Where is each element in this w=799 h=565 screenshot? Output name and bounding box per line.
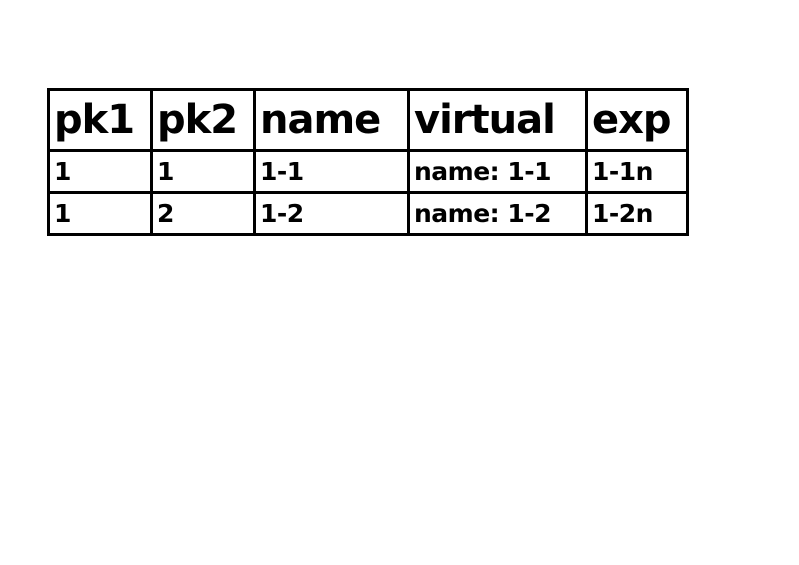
cell-exp: 1-2n — [585, 191, 689, 236]
cell-pk2: 2 — [150, 191, 256, 236]
cell-name: 1-1 — [253, 149, 410, 194]
cell-virtual: name: 1-1 — [407, 149, 588, 194]
cell-virtual: name: 1-2 — [407, 191, 588, 236]
table-header: pk1 pk2 name virtual exp — [47, 88, 689, 152]
table-row: 1 2 1-2 name: 1-2 1-2n — [47, 191, 689, 236]
cell-pk1: 1 — [47, 191, 153, 236]
cell-pk2: 1 — [150, 149, 256, 194]
header-row: pk1 pk2 name virtual exp — [47, 88, 689, 152]
cell-exp: 1-1n — [585, 149, 689, 194]
data-table: pk1 pk2 name virtual exp 1 1 1-1 name: 1… — [47, 88, 689, 236]
header-virtual: virtual — [407, 88, 588, 152]
cell-pk1: 1 — [47, 149, 153, 194]
header-pk1: pk1 — [47, 88, 153, 152]
table-row: 1 1 1-1 name: 1-1 1-1n — [47, 149, 689, 194]
header-pk2: pk2 — [150, 88, 256, 152]
header-name: name — [253, 88, 410, 152]
table-body: 1 1 1-1 name: 1-1 1-1n 1 2 1-2 name: 1-2… — [47, 149, 689, 236]
header-exp: exp — [585, 88, 689, 152]
cell-name: 1-2 — [253, 191, 410, 236]
